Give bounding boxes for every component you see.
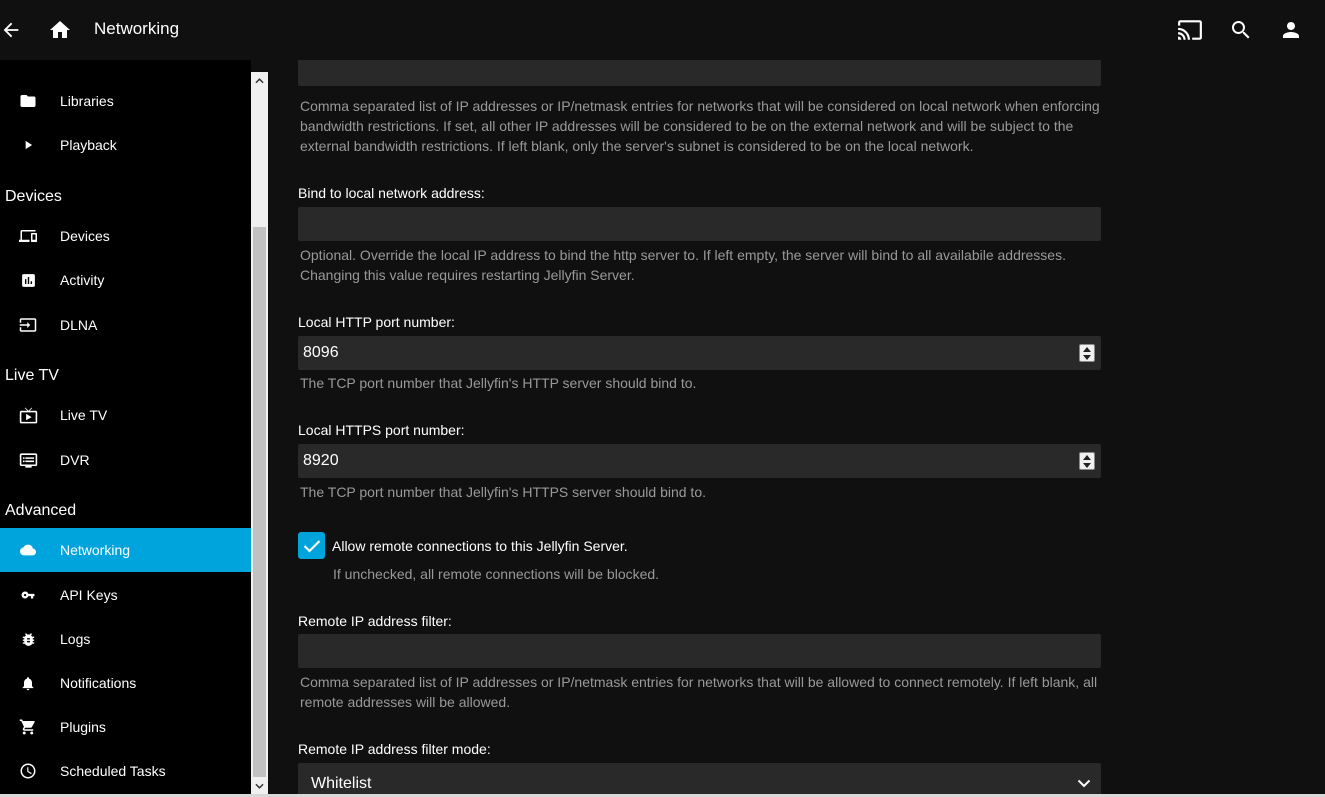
user-icon[interactable] bbox=[1276, 15, 1306, 45]
activity-icon bbox=[18, 270, 38, 290]
sidebar-item-label: DLNA bbox=[60, 317, 98, 333]
sidebar-item-label: Scheduled Tasks bbox=[60, 763, 166, 779]
sidebar-section-live-tv: Live TV bbox=[5, 367, 59, 384]
bell-icon bbox=[18, 673, 38, 693]
cart-icon bbox=[18, 717, 38, 737]
home-icon[interactable] bbox=[45, 15, 75, 45]
stepper-up-icon bbox=[1083, 346, 1091, 352]
filter-mode-value: Whitelist bbox=[311, 775, 372, 792]
bind-address-description: Optional. Override the local IP address … bbox=[300, 247, 1066, 283]
local-network-addresses-input[interactable] bbox=[298, 60, 1101, 86]
devices-icon bbox=[18, 226, 38, 246]
back-arrow-icon[interactable] bbox=[0, 15, 26, 45]
http-port-label: Local HTTP port number: bbox=[298, 314, 455, 330]
sidebar-item-label: API Keys bbox=[60, 587, 118, 603]
https-port-description: The TCP port number that Jellyfin's HTTP… bbox=[300, 484, 706, 500]
remote-filter-description: Comma separated list of IP addresses or … bbox=[300, 674, 1098, 710]
http-port-stepper[interactable] bbox=[1079, 344, 1095, 362]
sidebar-item-playback[interactable]: Playback bbox=[0, 123, 251, 167]
filter-mode-select[interactable]: Whitelist bbox=[298, 763, 1101, 794]
sidebar-item-dlna[interactable]: DLNA bbox=[0, 303, 251, 347]
sidebar-item-label: Activity bbox=[60, 272, 105, 288]
folder-icon bbox=[18, 91, 38, 111]
https-port-input[interactable] bbox=[298, 444, 1101, 478]
cast-icon[interactable] bbox=[1175, 15, 1205, 45]
sidebar-item-label: Networking bbox=[60, 542, 131, 558]
sidebar-item-plugins[interactable]: Plugins bbox=[0, 705, 251, 749]
page-title: Networking bbox=[94, 19, 180, 38]
bind-address-label: Bind to local network address: bbox=[298, 185, 485, 201]
sidebar-item-label: Logs bbox=[60, 631, 91, 647]
checkmark-icon bbox=[303, 539, 320, 553]
sidebar-item-devices[interactable]: Devices bbox=[0, 214, 251, 258]
networking-settings-form: Comma separated list of IP addresses or … bbox=[268, 60, 1325, 794]
sidebar-item-networking[interactable]: Networking bbox=[0, 528, 251, 572]
sidebar-item-label: Plugins bbox=[60, 719, 106, 735]
sidebar-section-advanced: Advanced bbox=[5, 502, 77, 519]
local-network-description: Comma separated list of IP addresses or … bbox=[300, 98, 1100, 154]
sidebar-scrollbar[interactable] bbox=[251, 72, 268, 794]
http-port-description: The TCP port number that Jellyfin's HTTP… bbox=[300, 375, 697, 391]
chevron-down-icon bbox=[1077, 775, 1091, 793]
sidebar-item-label: Notifications bbox=[60, 675, 137, 691]
sidebar-section-devices: Devices bbox=[5, 188, 62, 205]
stepper-down-icon bbox=[1083, 462, 1091, 468]
https-port-field bbox=[298, 444, 1101, 478]
sidebar-item-live-tv[interactable]: Live TV bbox=[0, 393, 251, 437]
sidebar-item-activity[interactable]: Activity bbox=[0, 258, 251, 302]
allow-remote-checkbox[interactable] bbox=[298, 532, 325, 559]
allow-remote-description: If unchecked, all remote connections wil… bbox=[333, 566, 660, 582]
scrollbar-thumb[interactable] bbox=[253, 227, 266, 777]
remote-filter-label: Remote IP address filter: bbox=[298, 613, 452, 629]
bind-address-input[interactable] bbox=[298, 207, 1101, 241]
dvr-icon bbox=[18, 450, 38, 470]
sidebar-item-label: DVR bbox=[60, 452, 90, 468]
stepper-down-icon bbox=[1083, 354, 1091, 360]
search-icon[interactable] bbox=[1226, 15, 1256, 45]
sidebar-item-label: Playback bbox=[60, 137, 117, 153]
stepper-up-icon bbox=[1083, 454, 1091, 460]
allow-remote-label[interactable]: Allow remote connections to this Jellyfi… bbox=[332, 538, 628, 554]
sidebar-item-api-keys[interactable]: API Keys bbox=[0, 573, 251, 617]
app-header: Networking bbox=[0, 0, 1325, 60]
sidebar-item-label: Live TV bbox=[60, 407, 108, 423]
input-icon bbox=[18, 315, 38, 335]
cloud-icon bbox=[18, 540, 38, 560]
scroll-down-icon[interactable] bbox=[251, 777, 268, 794]
https-port-stepper[interactable] bbox=[1079, 452, 1095, 470]
bug-icon bbox=[18, 629, 38, 649]
sidebar-item-label: Libraries bbox=[60, 93, 114, 109]
sidebar-item-scheduled-tasks[interactable]: Scheduled Tasks bbox=[0, 749, 251, 793]
sidebar-item-label: Devices bbox=[60, 228, 110, 244]
sidebar-item-libraries[interactable]: Libraries bbox=[0, 79, 251, 123]
sidebar-item-logs[interactable]: Logs bbox=[0, 617, 251, 661]
sidebar: Libraries Playback Devices Devices Activ… bbox=[0, 60, 251, 797]
scroll-up-icon[interactable] bbox=[251, 72, 268, 89]
play-icon bbox=[18, 135, 38, 155]
clock-icon bbox=[18, 761, 38, 781]
remote-filter-input[interactable] bbox=[298, 634, 1101, 668]
http-port-field bbox=[298, 336, 1101, 370]
http-port-input[interactable] bbox=[298, 336, 1101, 370]
live-tv-icon bbox=[18, 405, 38, 425]
sidebar-item-notifications[interactable]: Notifications bbox=[0, 661, 251, 705]
https-port-label: Local HTTPS port number: bbox=[298, 422, 465, 438]
filter-mode-label: Remote IP address filter mode: bbox=[298, 741, 491, 757]
key-icon bbox=[18, 585, 38, 605]
sidebar-item-dvr[interactable]: DVR bbox=[0, 438, 251, 482]
